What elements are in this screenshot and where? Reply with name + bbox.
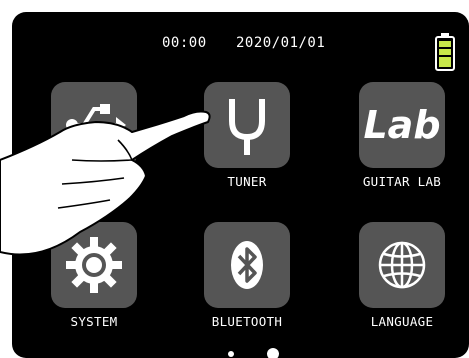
home-screen: 00:00 2020/01/01 SD TUNER Lab GUITAR LAB… (12, 12, 469, 358)
app-label-language: LANGUAGE (370, 314, 434, 329)
date: 2020/01/01 (236, 35, 326, 51)
app-language[interactable]: LANGUAGE (347, 222, 457, 329)
lab-logo-text: Lab (363, 103, 441, 147)
app-label-system: SYSTEM (70, 314, 118, 329)
device-frame: 00:00 2020/01/01 SD TUNER Lab GUITAR LAB… (0, 0, 469, 358)
sd-usb-icon (51, 82, 137, 168)
app-label-bluetooth: BLUETOOTH (211, 314, 283, 329)
globe-icon (359, 222, 445, 308)
app-guitar-lab[interactable]: Lab GUITAR LAB (347, 82, 457, 189)
page-indicator (12, 347, 469, 358)
page-dot-1[interactable] (228, 351, 234, 357)
status-bar: 00:00 2020/01/01 (12, 12, 469, 71)
app-label-tuner: TUNER (227, 174, 267, 189)
app-system[interactable]: SYSTEM (39, 222, 149, 329)
app-tuner[interactable]: TUNER (192, 82, 302, 189)
app-bluetooth[interactable]: BLUETOOTH (192, 222, 302, 329)
bluetooth-icon (204, 222, 290, 308)
gear-icon (51, 222, 137, 308)
page-dot-2-active[interactable] (267, 348, 279, 358)
app-label-guitar-lab: GUITAR LAB (362, 174, 442, 189)
tuning-fork-icon (204, 82, 290, 168)
app-label-sd: SD (27, 174, 43, 189)
clock: 00:00 (162, 35, 207, 51)
lab-logo-icon: Lab (359, 82, 445, 168)
battery-full-icon (435, 33, 455, 71)
app-sd[interactable]: SD (27, 82, 149, 189)
